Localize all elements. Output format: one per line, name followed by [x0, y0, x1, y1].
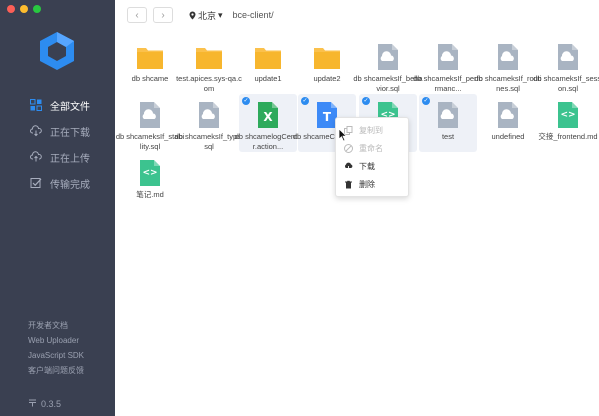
- check-box-icon: [30, 177, 42, 189]
- folder-icon: [136, 44, 164, 70]
- mouse-cursor-icon: [338, 128, 348, 142]
- minimize-window-button[interactable]: [20, 5, 28, 13]
- context-item-label: 复制到: [359, 125, 383, 135]
- file-badge: <>: [142, 168, 158, 178]
- region-selector[interactable]: 北京 ▾: [189, 9, 223, 22]
- file-item[interactable]: db shcameksIf_type.sql: [175, 94, 243, 152]
- folder-item[interactable]: update1: [239, 36, 297, 94]
- back-button[interactable]: ‹: [127, 7, 147, 23]
- code-file-icon: <>: [554, 102, 582, 128]
- file-item[interactable]: db shcameksIf_behavior.sql: [353, 36, 423, 94]
- file-item[interactable]: undefined: [479, 94, 537, 152]
- file-badge: <>: [560, 110, 576, 120]
- javascript-sdk-link[interactable]: JavaScript SDK: [28, 348, 84, 363]
- download-icon: [344, 162, 353, 171]
- sidebar-item-label: 正在上传: [50, 153, 90, 165]
- breadcrumb[interactable]: bce-client/: [233, 10, 274, 20]
- file-badge: T: [322, 110, 332, 124]
- developer-docs-link[interactable]: 开发者文档: [28, 318, 84, 333]
- file-item[interactable]: db shcameksIf_stability.sql: [116, 94, 184, 152]
- file-file-icon: [374, 44, 402, 70]
- sidebar: 全部文件 正在下载 正在上传 传输完成 开发者文档 Web Uploader J…: [0, 0, 115, 416]
- file-item[interactable]: db shcameksIf_performanc...: [413, 36, 483, 94]
- folder-item[interactable]: db shcame: [121, 36, 179, 94]
- file-file-icon: [494, 102, 522, 128]
- version-icon: [28, 398, 37, 409]
- cloud-download-icon: [30, 125, 42, 137]
- file-item[interactable]: db shcameksIf_routines.sql: [474, 36, 542, 94]
- close-window-button[interactable]: [7, 5, 15, 13]
- folder-item[interactable]: update2: [298, 36, 356, 94]
- context-item-download[interactable]: 下载: [336, 157, 408, 175]
- maximize-window-button[interactable]: [33, 5, 41, 13]
- sidebar-links: 开发者文档 Web Uploader JavaScript SDK 客户端问题反…: [28, 318, 84, 378]
- app-window: 全部文件 正在下载 正在上传 传输完成 开发者文档 Web Uploader J…: [0, 0, 599, 416]
- folder-icon: [254, 44, 282, 70]
- file-name: db shcameksIf_session.sql: [533, 74, 599, 93]
- context-item-label: 删除: [359, 179, 375, 189]
- grid-icon: [30, 99, 42, 111]
- file-file-icon: [554, 44, 582, 70]
- context-item-label: 下载: [359, 161, 375, 171]
- sidebar-item-label: 全部文件: [50, 101, 90, 113]
- context-item-label: 重命名: [359, 143, 383, 153]
- rename-icon: [344, 143, 353, 153]
- file-item[interactable]: ✓ test: [419, 94, 477, 152]
- window-controls: [7, 5, 41, 13]
- file-name: 交接_frontend.md: [538, 132, 598, 141]
- code-file-icon: <>: [136, 160, 164, 186]
- forward-button[interactable]: ›: [153, 7, 173, 23]
- file-file-icon: [494, 44, 522, 70]
- sidebar-item-label: 正在下载: [50, 127, 90, 139]
- sidebar-item-label: 传输完成: [50, 179, 90, 191]
- selected-check-icon[interactable]: ✓: [362, 97, 370, 105]
- file-item[interactable]: db shcameksIf_session.sql: [533, 36, 599, 94]
- location-pin-icon: [189, 11, 196, 19]
- folder-icon: [195, 44, 223, 70]
- file-item[interactable]: <> 交接_frontend.md: [538, 94, 598, 152]
- cloud-upload-icon: [30, 151, 42, 163]
- context-item-delete[interactable]: 删除: [336, 175, 408, 193]
- selected-check-icon[interactable]: ✓: [422, 97, 430, 105]
- sidebar-nav: 全部文件 正在下载 正在上传 传输完成: [0, 92, 115, 196]
- web-uploader-link[interactable]: Web Uploader: [28, 333, 84, 348]
- chevron-down-icon: ▾: [218, 9, 223, 20]
- file-file-icon: [434, 44, 462, 70]
- file-grid: db shcame test.apices.sys-qa.com update1 up…: [115, 30, 599, 416]
- file-item[interactable]: ✓ Xdb shcamelogCenter.action...: [235, 94, 301, 152]
- file-file-icon: [434, 102, 462, 128]
- sidebar-item-downloading[interactable]: 正在下载: [0, 118, 115, 144]
- version-info: 0.3.5: [28, 398, 61, 409]
- selected-check-icon[interactable]: ✓: [301, 97, 309, 105]
- selected-check-icon[interactable]: ✓: [242, 97, 250, 105]
- file-item[interactable]: <> 笔记.md: [121, 152, 179, 210]
- toolbar: ‹ › 北京 ▾ bce-client/: [115, 0, 599, 30]
- excel-file-icon: X: [254, 102, 282, 128]
- file-name: update2: [313, 74, 341, 83]
- file-file-icon: [136, 102, 164, 128]
- region-label: 北京: [198, 10, 217, 21]
- app-logo-icon: [40, 32, 74, 70]
- folder-icon: [313, 44, 341, 70]
- sidebar-item-all-files[interactable]: 全部文件: [0, 92, 115, 118]
- sidebar-item-completed[interactable]: 传输完成: [0, 170, 115, 196]
- file-file-icon: [195, 102, 223, 128]
- feedback-link[interactable]: 客户端问题反馈: [28, 363, 84, 378]
- version-text: 0.3.5: [41, 398, 62, 409]
- file-badge: X: [263, 110, 273, 124]
- folder-item[interactable]: test.apices.sys-qa.com: [176, 36, 242, 94]
- trash-icon: [344, 180, 353, 189]
- sidebar-item-uploading[interactable]: 正在上传: [0, 144, 115, 170]
- file-name: 笔记.md: [136, 190, 164, 199]
